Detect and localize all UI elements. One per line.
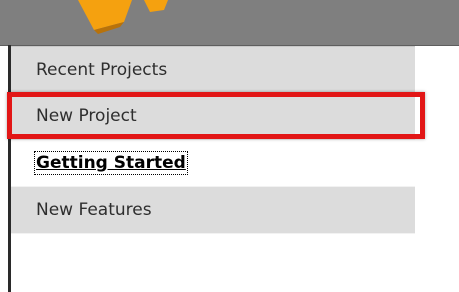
sidebar-item-label: Recent Projects — [36, 60, 168, 80]
app-logo-icon — [78, 0, 168, 34]
sidebar-item-label: New Features — [36, 200, 152, 220]
sidebar-item-label: New Project — [36, 106, 137, 126]
sidebar-item-new-features[interactable]: New Features — [11, 187, 415, 234]
sidebar-item-recent-projects[interactable]: Recent Projects — [11, 46, 415, 93]
sidebar-item-new-project[interactable]: New Project — [11, 93, 415, 140]
sidebar-item-getting-started[interactable]: Getting Started — [11, 140, 415, 187]
sidebar-item-label: Getting Started — [34, 151, 188, 175]
app-header — [0, 0, 459, 46]
sidebar-menu: Recent Projects New Project Getting Star… — [11, 46, 415, 234]
